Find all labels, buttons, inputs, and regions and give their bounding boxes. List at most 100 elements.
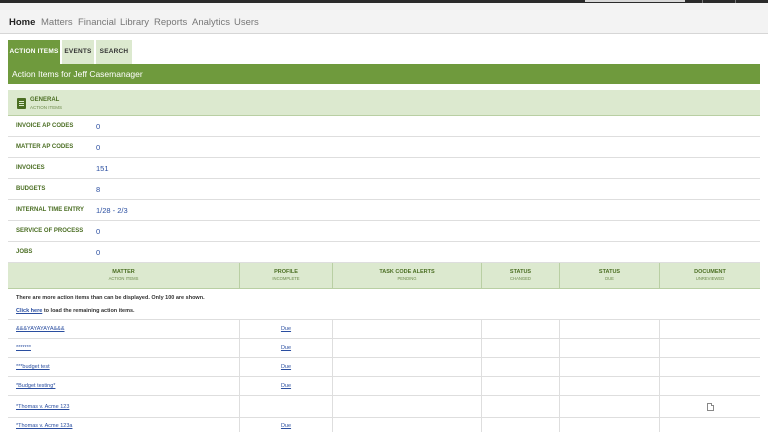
- profile-cell: Due: [240, 320, 333, 338]
- summary-row-invoice-ap-codes: INVOICE AP CODES 0: [8, 116, 760, 137]
- nav-item-matters[interactable]: Matters: [41, 17, 73, 28]
- tab-action-items[interactable]: ACTION ITEMS: [8, 40, 60, 64]
- tab-events[interactable]: EVENTS: [62, 40, 94, 64]
- column-title: PROFILE: [274, 269, 298, 275]
- column-title: DOCUMENT: [694, 269, 726, 275]
- matter-cell: *Thomas v. Acme 123: [8, 396, 240, 417]
- summary-row-service-of-process: SERVICE OF PROCESS 0: [8, 221, 760, 242]
- summary-row-matter-ap-codes: MATTER AP CODES 0: [8, 137, 760, 158]
- document-cell: [660, 339, 760, 357]
- profile-due-link[interactable]: Due: [240, 383, 332, 389]
- nav-item-library[interactable]: Library: [120, 17, 149, 28]
- status-changed-cell: [482, 377, 560, 395]
- matter-cell: *Thomas v. Acme 123a: [8, 418, 240, 432]
- column-subtitle: INCOMPLETE: [272, 276, 300, 281]
- summary-value[interactable]: 0: [96, 248, 100, 257]
- summary-label: INTERNAL TIME ENTRY: [16, 207, 85, 213]
- summary-label: INVOICE AP CODES: [16, 123, 74, 129]
- page-title: Action Items for Jeff Casemanager: [12, 69, 143, 79]
- profile-cell: Due: [240, 418, 333, 432]
- nav-item-financial[interactable]: Financial: [78, 17, 116, 28]
- status-changed-cell: [482, 418, 560, 432]
- column-subtitle: ACTION ITEMS: [108, 276, 139, 281]
- general-section-header: GENERAL ACTION ITEMS: [8, 90, 760, 116]
- nav-item-reports[interactable]: Reports: [154, 17, 187, 28]
- document-cell: [660, 358, 760, 376]
- column-header-profile[interactable]: PROFILE INCOMPLETE: [240, 263, 333, 289]
- document-icon[interactable]: [707, 402, 714, 411]
- summary-label: BUDGETS: [16, 186, 46, 192]
- column-header-status-changed[interactable]: STATUS CHANGED: [482, 263, 560, 289]
- notice-text: There are more action items than can be …: [16, 295, 205, 301]
- tab-search[interactable]: SEARCH: [96, 40, 132, 64]
- summary-value[interactable]: 1/28 - 2/3: [96, 206, 128, 215]
- table-row: *Thomas v. Acme 123a Due: [8, 418, 760, 432]
- task-code-cell: [333, 396, 482, 417]
- summary-row-jobs: JOBS 0: [8, 242, 760, 263]
- column-subtitle: PENDING: [397, 276, 417, 281]
- column-header-document[interactable]: DOCUMENT UNREVIEWED: [660, 263, 760, 289]
- summary-value[interactable]: 0: [96, 227, 100, 236]
- nav-item-home[interactable]: Home: [9, 17, 35, 28]
- matter-cell: *Budget testing*: [8, 377, 240, 395]
- profile-cell: Due: [240, 377, 333, 395]
- notice-load-text: to load the remaining action items.: [42, 308, 135, 314]
- nav-item-analytics[interactable]: Analytics: [192, 17, 230, 28]
- matter-link[interactable]: ***budget test: [16, 364, 50, 370]
- column-title: MATTER: [112, 269, 135, 275]
- global-search-input[interactable]: [585, 0, 685, 2]
- matter-cell: ***budget test: [8, 358, 240, 376]
- profile-due-link[interactable]: Due: [240, 345, 332, 351]
- table-row: ***budget test Due: [8, 358, 760, 377]
- profile-cell: Due: [240, 339, 333, 357]
- table-header: MATTER ACTION ITEMS PROFILE INCOMPLETE T…: [8, 263, 760, 289]
- summary-value[interactable]: 151: [96, 164, 109, 173]
- summary-row-invoices: INVOICES 151: [8, 158, 760, 179]
- profile-due-link[interactable]: Due: [240, 423, 332, 429]
- column-title: STATUS: [509, 269, 532, 275]
- profile-cell: Due: [240, 358, 333, 376]
- summary-label: SERVICE OF PROCESS: [16, 228, 84, 234]
- status-due-cell: [560, 358, 660, 376]
- notice-load-line: Click here to load the remaining action …: [16, 308, 135, 314]
- matter-link[interactable]: *Thomas v. Acme 123a: [16, 423, 72, 429]
- summary-label: INVOICES: [16, 165, 45, 171]
- document-cell: [660, 320, 760, 338]
- summary-value[interactable]: 8: [96, 185, 100, 194]
- document-cell: [660, 396, 760, 417]
- main-nav: Home Matters Financial Library Reports A…: [0, 3, 768, 34]
- column-header-matter[interactable]: MATTER ACTION ITEMS: [8, 263, 240, 289]
- status-changed-cell: [482, 358, 560, 376]
- column-subtitle: DUE: [605, 276, 614, 281]
- matter-link[interactable]: *Thomas v. Acme 123: [16, 404, 69, 410]
- summary-value[interactable]: 0: [96, 122, 100, 131]
- profile-due-link[interactable]: Due: [240, 364, 332, 370]
- matter-link[interactable]: &&&YAYAYAYA&&&: [16, 326, 65, 332]
- summary-row-budgets: BUDGETS 8: [8, 179, 760, 200]
- general-subtitle: ACTION ITEMS: [30, 105, 63, 110]
- status-changed-cell: [482, 339, 560, 357]
- summary-label: JOBS: [16, 249, 33, 255]
- table-row: &&&YAYAYAYA&&& Due: [8, 320, 760, 339]
- summary-value[interactable]: 0: [96, 143, 100, 152]
- nav-item-users[interactable]: Users: [234, 17, 259, 28]
- matter-link[interactable]: *******: [16, 345, 31, 351]
- general-title: GENERAL: [30, 97, 60, 103]
- column-header-status-due[interactable]: STATUS DUE: [560, 263, 660, 289]
- column-title: TASK CODE ALERTS: [379, 269, 435, 275]
- column-header-task-code-alerts[interactable]: TASK CODE ALERTS PENDING: [333, 263, 482, 289]
- status-due-cell: [560, 320, 660, 338]
- profile-due-link[interactable]: Due: [240, 326, 332, 332]
- status-changed-cell: [482, 320, 560, 338]
- column-subtitle: UNREVIEWED: [695, 276, 725, 281]
- status-due-cell: [560, 418, 660, 432]
- summary-row-internal-time-entry: INTERNAL TIME ENTRY 1/28 - 2/3: [8, 200, 760, 221]
- matter-cell: &&&YAYAYAYA&&&: [8, 320, 240, 338]
- column-subtitle: CHANGED: [510, 276, 531, 281]
- table-row: ******* Due: [8, 339, 760, 358]
- status-due-cell: [560, 377, 660, 395]
- matter-cell: *******: [8, 339, 240, 357]
- table-row: *Thomas v. Acme 123: [8, 396, 760, 418]
- matter-link[interactable]: *Budget testing*: [16, 383, 55, 389]
- click-here-link[interactable]: Click here: [16, 308, 42, 314]
